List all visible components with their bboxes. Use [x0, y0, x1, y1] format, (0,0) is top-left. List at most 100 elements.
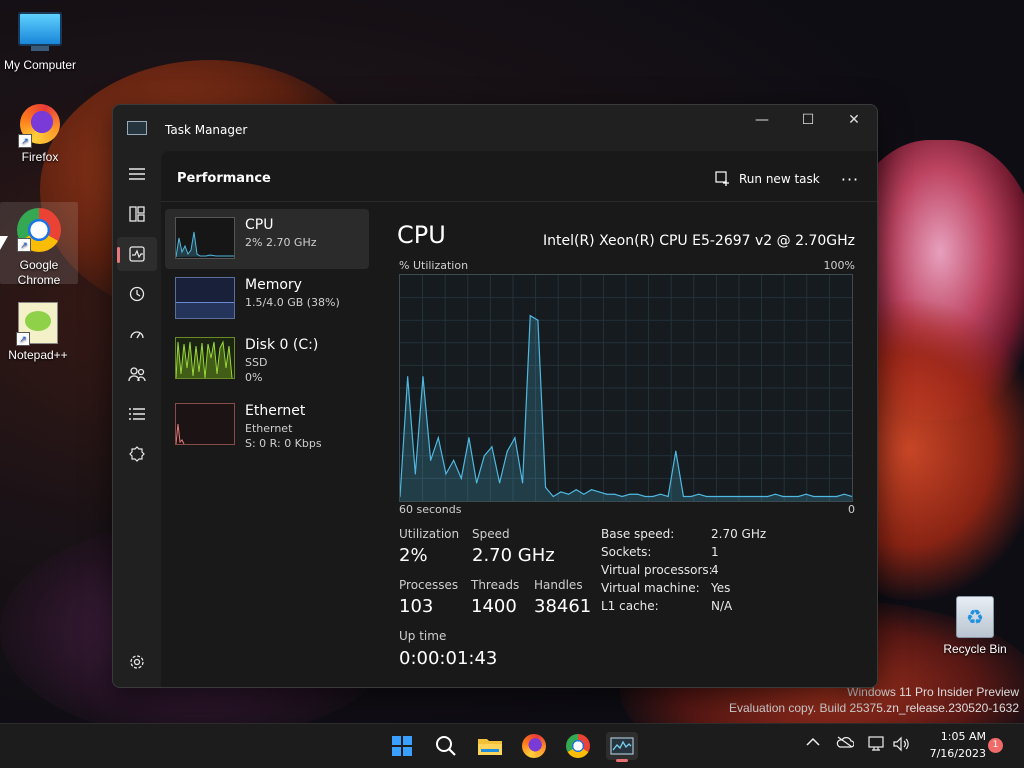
cpu-data-point: [437, 437, 439, 439]
cpu-data-point: [636, 493, 639, 495]
spec-value: 2.70 GHz: [711, 527, 767, 541]
cpu-data-point: [491, 446, 493, 448]
cpu-data-point: [698, 493, 700, 495]
network-icon[interactable]: [868, 736, 886, 756]
cpu-data-point: [514, 437, 516, 439]
cpu-data-point: [590, 489, 593, 491]
computer-icon: [16, 12, 64, 56]
task-manager-icon[interactable]: [606, 732, 638, 762]
resource-item-memory[interactable]: Memory 1.5/4.0 GB (38%): [165, 269, 369, 329]
spec-key: L1 cache:: [601, 599, 659, 613]
performance-icon[interactable]: [117, 237, 157, 271]
spec-value: N/A: [711, 599, 733, 613]
run-new-task-button[interactable]: Run new task: [715, 165, 820, 193]
resource-item-cpu[interactable]: CPU 2% 2.70 GHz: [165, 209, 369, 269]
cpu-data-point: [621, 495, 623, 498]
cpu-data-point: [774, 493, 776, 495]
spec-key: Virtual machine:: [601, 581, 700, 595]
processes-value: 103: [399, 596, 434, 617]
cpu-data-point: [430, 459, 432, 461]
onedrive-offline-icon[interactable]: [836, 736, 855, 752]
desktop-icon-firefox[interactable]: ↗ Firefox: [2, 104, 78, 164]
cpu-data-point: [422, 376, 424, 378]
desktop-icon-recycle-bin[interactable]: Recycle Bin: [937, 596, 1013, 656]
cpu-data-point: [583, 493, 585, 495]
cpu-data-point: [790, 495, 792, 498]
notification-badge[interactable]: 1: [988, 738, 1003, 753]
firefox-icon: ↗: [16, 104, 64, 148]
header-divider: [161, 201, 877, 202]
mouse-cursor-icon: [0, 236, 8, 250]
cpu-data-point: [468, 437, 470, 439]
graph-x-label: 60 seconds: [399, 503, 462, 516]
firefox-icon[interactable]: [518, 732, 550, 760]
resource-sub-2: S: 0 R: 0 Kbps: [245, 437, 322, 450]
cpu-data-point: [682, 495, 685, 498]
startup-apps-icon[interactable]: [117, 317, 157, 351]
search-icon[interactable]: [430, 732, 462, 760]
resource-name: CPU: [245, 217, 274, 233]
cpu-data-point: [820, 495, 822, 498]
ethernet-thumbnail-graph: [175, 403, 235, 445]
cpu-data-point: [552, 495, 554, 498]
maximize-button[interactable]: ☐: [785, 105, 831, 135]
page-title: Performance: [177, 171, 271, 186]
memory-thumbnail-graph: [175, 277, 235, 319]
desktop-icon-notepad-plus-plus[interactable]: ↗ Notepad++: [0, 302, 76, 362]
details-icon[interactable]: [117, 397, 157, 431]
graph-y-label: % Utilization: [399, 259, 469, 272]
more-options-button[interactable]: ···: [835, 165, 865, 193]
graph-y-max: 100%: [823, 259, 855, 272]
resource-item-ethernet[interactable]: Ethernet Ethernet S: 0 R: 0 Kbps: [165, 395, 369, 455]
desktop-icon-google-chrome[interactable]: ↗ Google Chrome: [0, 202, 78, 287]
recycle-bin-icon: [951, 596, 999, 640]
spec-key: Virtual processors:: [601, 563, 713, 577]
cpu-data-point: [705, 495, 708, 498]
settings-icon[interactable]: [117, 645, 157, 679]
resource-sub: SSD: [245, 356, 268, 369]
volume-icon[interactable]: [892, 736, 910, 756]
cpu-data-point: [598, 491, 600, 493]
graph-x-min: 0: [848, 503, 855, 516]
handles-label: Handles: [534, 578, 583, 592]
cpu-data-point: [613, 493, 616, 495]
close-button[interactable]: ✕: [831, 105, 877, 135]
cpu-data-point: [713, 495, 715, 498]
resource-sub-2: 0%: [245, 371, 263, 384]
cpu-utilization-chart: [399, 274, 853, 502]
desktop-icon-label: Google Chrome: [17, 258, 61, 287]
cpu-data-point: [843, 493, 845, 495]
cpu-data-point: [667, 495, 669, 498]
resource-item-disk[interactable]: Disk 0 (C:) SSD 0%: [165, 329, 369, 389]
cpu-data-point: [498, 482, 501, 484]
cpu-data-point: [537, 319, 539, 321]
cpu-data-point: [759, 495, 761, 498]
cpu-data-point: [659, 493, 662, 495]
resource-sub: Ethernet: [245, 422, 293, 435]
users-icon[interactable]: [117, 357, 157, 391]
minimize-button[interactable]: —: [739, 105, 785, 135]
cpu-data-point: [797, 495, 799, 498]
processes-icon[interactable]: [117, 197, 157, 231]
notepad-plus-plus-icon: ↗: [14, 302, 62, 346]
cpu-data-point: [506, 450, 508, 452]
disk-thumbnail-graph: [175, 337, 235, 379]
uptime-label: Up time: [399, 629, 447, 643]
clock[interactable]: 1:05 AM 7/16/2023: [920, 728, 986, 762]
title-bar[interactable]: Task Manager — ☐ ✕: [113, 105, 877, 151]
app-history-icon[interactable]: [117, 277, 157, 311]
resource-name: Ethernet: [245, 403, 306, 419]
hamburger-icon[interactable]: [117, 157, 157, 191]
cpu-data-point: [521, 482, 524, 484]
desktop-icon-my-computer[interactable]: My Computer: [2, 8, 78, 72]
start-icon[interactable]: [386, 732, 418, 760]
cpu-data-point: [828, 495, 830, 498]
chrome-icon[interactable]: [562, 732, 594, 760]
cpu-data-point: [836, 495, 838, 498]
chrome-icon: ↗: [15, 208, 63, 252]
services-icon[interactable]: [117, 437, 157, 471]
file-explorer-icon[interactable]: [474, 732, 506, 760]
cpu-data-point: [782, 495, 784, 498]
show-hidden-icons-chevron-icon[interactable]: [806, 736, 820, 751]
handles-value: 38461: [534, 596, 592, 617]
